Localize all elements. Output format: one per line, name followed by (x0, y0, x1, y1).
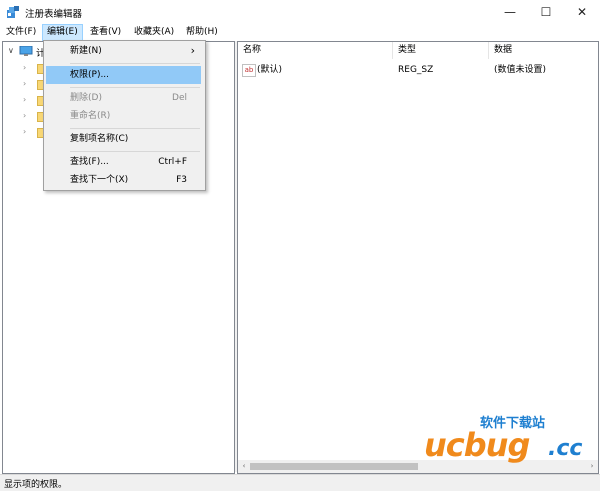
maximize-icon: ☐ (540, 5, 552, 19)
value-data: (数值未设置) (494, 65, 547, 75)
collapsed-chevron-icon[interactable]: › (23, 127, 26, 136)
watermark-logo: 软件下载站 ucbug .cc (420, 410, 600, 470)
collapsed-chevron-icon[interactable]: › (23, 111, 26, 120)
minimize-button[interactable]: — (492, 0, 528, 24)
menu-item-shortcut: Ctrl+F (158, 157, 187, 167)
watermark-tld: .cc (548, 436, 583, 461)
title-bar: 注册表编辑器 — ☐ ✕ (0, 0, 600, 24)
close-button[interactable]: ✕ (564, 0, 600, 24)
menu-item-label: 权限(P)... (70, 70, 110, 80)
menu-item-delete[interactable]: 删除(D) Del (46, 89, 201, 107)
regedit-app-icon (7, 6, 19, 18)
menu-edit[interactable]: 编辑(E) (42, 24, 83, 41)
menu-file[interactable]: 文件(F) (2, 25, 40, 40)
status-bar: 显示项的权限。 (0, 474, 600, 491)
menu-item-shortcut: F3 (176, 175, 187, 185)
scroll-left-icon[interactable]: ‹ (238, 460, 250, 473)
menu-item-find[interactable]: 查找(F)... Ctrl+F (46, 153, 201, 171)
menu-item-label: 复制项名称(C) (70, 134, 129, 144)
menu-item-rename[interactable]: 重命名(R) (46, 107, 201, 125)
menu-favorites[interactable]: 收藏夹(A) (130, 25, 178, 40)
edit-menu-dropdown: 新建(N) › 权限(P)... 删除(D) Del 重命名(R) 复制项名称(… (43, 40, 206, 191)
menu-item-shortcut: Del (172, 93, 187, 103)
collapsed-chevron-icon[interactable]: › (23, 95, 26, 104)
menu-help[interactable]: 帮助(H) (182, 25, 222, 40)
menu-separator (70, 63, 200, 64)
value-type: REG_SZ (398, 65, 434, 75)
menu-bar: 文件(F) 编辑(E) 查看(V) 收藏夹(A) 帮助(H) (0, 24, 600, 41)
minimize-icon: — (504, 5, 516, 19)
watermark-brand: ucbug (424, 426, 530, 464)
menu-item-label: 重命名(R) (70, 111, 111, 121)
scroll-thumb[interactable] (250, 463, 418, 470)
close-icon: ✕ (576, 5, 588, 19)
collapsed-chevron-icon[interactable]: › (23, 79, 26, 88)
submenu-arrow-icon: › (190, 44, 195, 57)
status-text: 显示项的权限。 (4, 480, 68, 490)
menu-item-new[interactable]: 新建(N) › (46, 42, 201, 60)
maximize-button[interactable]: ☐ (528, 0, 564, 24)
value-name: (默认) (257, 65, 283, 75)
menu-item-label: 查找下一个(X) (70, 175, 129, 185)
menu-separator (70, 87, 200, 88)
menu-separator (70, 128, 200, 129)
menu-item-copy-key-name[interactable]: 复制项名称(C) (46, 130, 201, 148)
table-row[interactable]: ab (默认) REG_SZ (数值未设置) (238, 62, 596, 78)
menu-item-label: 新建(N) (70, 46, 102, 56)
menu-item-find-next[interactable]: 查找下一个(X) F3 (46, 171, 201, 189)
collapsed-chevron-icon[interactable]: › (23, 63, 26, 72)
menu-item-label: 查找(F)... (70, 157, 109, 167)
column-header-type[interactable]: 类型 (393, 42, 489, 59)
menu-item-label: 删除(D) (70, 93, 102, 103)
column-header-name[interactable]: 名称 (238, 42, 393, 59)
computer-icon (19, 46, 33, 56)
menu-item-permissions[interactable]: 权限(P)... (46, 66, 201, 84)
menu-view[interactable]: 查看(V) (86, 25, 125, 40)
string-value-icon: ab (242, 64, 256, 77)
window-title: 注册表编辑器 (25, 9, 83, 20)
expand-chevron-icon[interactable]: ∨ (8, 46, 14, 55)
menu-separator (70, 151, 200, 152)
column-header-data[interactable]: 数据 (489, 42, 597, 59)
